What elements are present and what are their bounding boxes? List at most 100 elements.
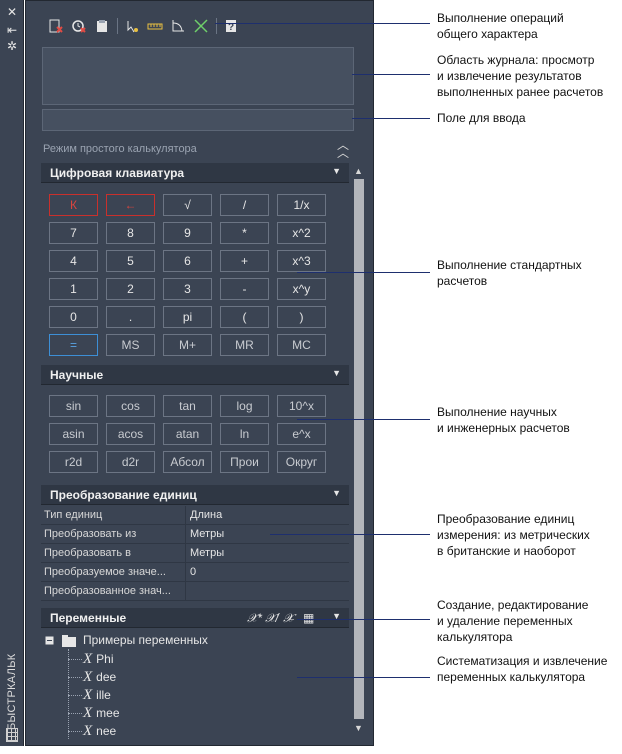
leader-line <box>352 74 430 75</box>
keypad-key[interactable]: К <box>49 194 98 216</box>
keypad-key[interactable]: MC <box>277 334 326 356</box>
scientific-key[interactable]: r2d <box>49 451 98 473</box>
variable-item[interactable]: Xmee <box>83 705 120 722</box>
chevron-down-icon[interactable]: ▼ <box>332 166 341 176</box>
grid-divider <box>185 563 186 582</box>
keypad-key[interactable]: x^3 <box>277 250 326 272</box>
scientific-key[interactable]: d2r <box>106 451 155 473</box>
units-row-value[interactable]: Длина <box>190 509 222 521</box>
units-row[interactable]: Тип единиц Длина <box>41 506 349 525</box>
scientific-key[interactable]: asin <box>49 423 98 445</box>
keypad-key[interactable]: 5 <box>106 250 155 272</box>
input-box[interactable] <box>42 109 354 131</box>
scientific-key[interactable]: tan <box>163 395 212 417</box>
scroll-up-icon[interactable]: ▲ <box>354 166 363 176</box>
get-coordinates-icon[interactable] <box>122 16 142 36</box>
keypad-key[interactable]: * <box>220 222 269 244</box>
keypad-key[interactable]: pi <box>163 306 212 328</box>
variable-item[interactable]: Xille <box>83 687 111 704</box>
units-grid: Тип единиц Длина Преобразовать из Метры Прео… <box>41 506 349 602</box>
settings-icon[interactable]: ✲ <box>5 40 19 52</box>
variable-item[interactable]: Xdee <box>83 669 116 686</box>
keypad-key[interactable]: = <box>49 334 98 356</box>
paste-value-icon[interactable] <box>92 16 112 36</box>
scroll-down-icon[interactable]: ▼ <box>354 723 363 733</box>
leader-line <box>270 534 430 535</box>
keypad-key[interactable]: x^y <box>277 278 326 300</box>
delete-variable-icon[interactable]: 𝒳̶ <box>283 611 293 626</box>
units-header[interactable]: Преобразование единиц ▼ <box>41 485 349 505</box>
scientific-key[interactable]: Округ <box>277 451 326 473</box>
history-area[interactable] <box>42 47 354 105</box>
units-row-label: Преобразовать в <box>44 547 131 559</box>
variable-item[interactable]: Xnee <box>83 723 116 739</box>
scientific-key[interactable]: ln <box>220 423 269 445</box>
clear-icon[interactable] <box>46 16 66 36</box>
variable-item[interactable]: X Phi <box>83 651 114 668</box>
new-variable-icon[interactable]: 𝒳* <box>247 611 262 626</box>
chevron-down-icon[interactable]: ▼ <box>332 368 341 378</box>
clear-history-icon[interactable] <box>69 16 89 36</box>
keypad-key[interactable]: MR <box>220 334 269 356</box>
keypad-key[interactable]: 0 <box>49 306 98 328</box>
collapse-icon[interactable] <box>45 636 55 646</box>
scientific-key[interactable]: 10^x <box>277 395 326 417</box>
keypad-key[interactable]: 4 <box>49 250 98 272</box>
keypad-key[interactable]: - <box>220 278 269 300</box>
units-row[interactable]: Преобразованное знач... <box>41 582 349 601</box>
units-row[interactable]: Преобразовать в Метры <box>41 544 349 563</box>
intersection-icon[interactable] <box>191 16 211 36</box>
keypad-key[interactable]: 3 <box>163 278 212 300</box>
keypad-key[interactable]: 2 <box>106 278 155 300</box>
help-icon[interactable]: ? <box>221 16 241 36</box>
keypad-key[interactable]: + <box>220 250 269 272</box>
scroll-thumb[interactable] <box>354 179 364 719</box>
units-row[interactable]: Преобразуемое значе... 0 <box>41 563 349 582</box>
calculator-icon[interactable]: ▦ <box>303 611 314 625</box>
autohide-icon[interactable]: ⇤ <box>5 24 19 36</box>
edit-variable-icon[interactable]: 𝒳/ <box>265 611 279 626</box>
tree-connector <box>68 695 82 696</box>
scientific-key[interactable]: log <box>220 395 269 417</box>
keypad-key[interactable]: ← <box>106 194 155 216</box>
scientific-key[interactable]: Абсол <box>163 451 212 473</box>
scientific-key[interactable]: atan <box>163 423 212 445</box>
variable-group[interactable]: Примеры переменных <box>83 633 208 647</box>
chevron-down-icon[interactable]: ▼ <box>332 488 341 498</box>
mode-label[interactable]: Режим простого калькулятора <box>43 143 197 155</box>
keypad-key[interactable]: 9 <box>163 222 212 244</box>
variable-label: nee <box>96 724 117 738</box>
keypad-key[interactable]: 1 <box>49 278 98 300</box>
units-row-value[interactable]: Метры <box>190 547 224 559</box>
units-row-value[interactable]: 0 <box>190 566 196 578</box>
scientific-key[interactable]: e^x <box>277 423 326 445</box>
keypad-key[interactable]: x^2 <box>277 222 326 244</box>
callout-history: Область журнала: просмотр и извлечение р… <box>437 53 604 99</box>
keypad-key[interactable]: ) <box>277 306 326 328</box>
close-icon[interactable]: ✕ <box>5 6 19 18</box>
scientific-key[interactable]: cos <box>106 395 155 417</box>
keypad-key[interactable]: ( <box>220 306 269 328</box>
variables-header[interactable]: Переменные 𝒳* 𝒳/ 𝒳̶ ▦ ▼ <box>41 608 349 628</box>
distance-icon[interactable] <box>145 16 165 36</box>
toolbar-separator <box>117 18 118 34</box>
keypad-key[interactable]: M+ <box>163 334 212 356</box>
keypad-header[interactable]: Цифровая клавиатура ▼ <box>41 163 349 183</box>
keypad-key[interactable]: / <box>220 194 269 216</box>
keypad-key[interactable]: . <box>106 306 155 328</box>
keypad-key[interactable]: 7 <box>49 222 98 244</box>
scientific-header[interactable]: Научные ▼ <box>41 365 349 385</box>
keypad-key[interactable]: 8 <box>106 222 155 244</box>
scientific-key[interactable]: sin <box>49 395 98 417</box>
scientific-key[interactable]: Прои <box>220 451 269 473</box>
keypad-key[interactable]: MS <box>106 334 155 356</box>
keypad-key[interactable]: 6 <box>163 250 212 272</box>
scientific-key[interactable]: acos <box>106 423 155 445</box>
palette-title-strip: ✕ ⇤ ✲ БЫСТРКАЛЬК <box>0 0 24 746</box>
keypad-key[interactable]: 1/x <box>277 194 326 216</box>
angle-icon[interactable] <box>168 16 188 36</box>
units-row-value[interactable]: Метры <box>190 528 224 540</box>
keypad-key[interactable]: √ <box>163 194 212 216</box>
vertical-scrollbar[interactable]: ▲ ▼ <box>351 163 367 739</box>
collapse-all-icon[interactable]: ︿ ︿ <box>336 139 350 159</box>
